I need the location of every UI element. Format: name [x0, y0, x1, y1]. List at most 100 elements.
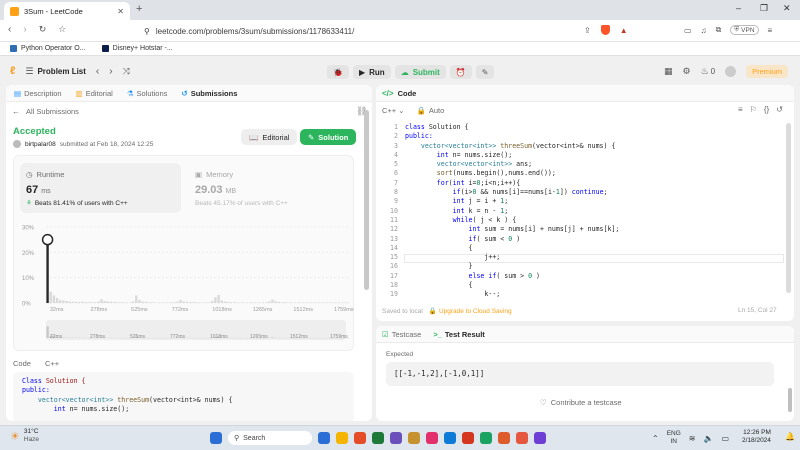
- taskbar-app-icon[interactable]: [480, 432, 492, 444]
- reload-icon[interactable]: ↻: [39, 24, 47, 35]
- minimize-button[interactable]: –: [736, 3, 741, 13]
- premium-button[interactable]: Premium: [746, 65, 789, 78]
- code-token: int: [452, 178, 469, 187]
- debug-button[interactable]: 🐞: [327, 65, 349, 79]
- upgrade-cloud-link[interactable]: 🔒 Upgrade to Cloud Saving: [428, 307, 512, 316]
- runtime-distribution-chart[interactable]: 30% 20% 10% 0% 32ms 278ms 525ms 772ms 1018ms 1265…: [20, 217, 354, 347]
- distribution-bar: [195, 302, 198, 303]
- taskbar-app-icon[interactable]: [336, 432, 348, 444]
- braces-icon[interactable]: {}: [764, 105, 769, 114]
- brave-rewards-icon[interactable]: ▲: [620, 26, 628, 35]
- code-token: else if: [405, 271, 497, 280]
- layout-icon[interactable]: ▦: [664, 66, 673, 77]
- taskbar-app-icon[interactable]: [372, 432, 384, 444]
- start-icon[interactable]: [210, 432, 222, 444]
- editor-code[interactable]: class Solution {public: vector<vector<in…: [405, 123, 619, 300]
- code-token: Class: [22, 377, 46, 385]
- description-icon: ▤: [14, 88, 22, 98]
- timer-button[interactable]: ⏰: [449, 65, 472, 79]
- reset-icon[interactable]: ↺: [776, 105, 783, 114]
- lock-icon: 🔒: [428, 308, 437, 315]
- code-token: ( sum >: [496, 271, 529, 280]
- left-scrollbar[interactable]: [364, 110, 369, 290]
- tab-submissions[interactable]: ↺ Submissions: [181, 89, 237, 98]
- taskbar-app-icon[interactable]: [516, 432, 528, 444]
- search-box[interactable]: ⚲ Search: [228, 431, 312, 445]
- tab-test-result[interactable]: >_ Test Result: [433, 330, 484, 339]
- distribution-bar: [233, 302, 236, 303]
- editor-header: </> Code: [376, 85, 794, 102]
- problem-list-link[interactable]: Problem List: [37, 67, 85, 76]
- distribution-bar: [93, 302, 97, 303]
- settings-gear-icon[interactable]: ⚙: [683, 66, 691, 77]
- notes-button[interactable]: ✎: [475, 65, 495, 79]
- tab-description[interactable]: ▤ Description: [14, 89, 62, 98]
- language-select[interactable]: C++ ⌄: [382, 106, 404, 115]
- avatar[interactable]: [725, 66, 737, 77]
- battery-icon[interactable]: ▭: [721, 434, 729, 443]
- share-icon[interactable]: ⇪: [584, 26, 591, 35]
- sidebar-icon[interactable]: ▭: [684, 26, 692, 35]
- forward-icon[interactable]: ›: [23, 24, 26, 35]
- format-icon[interactable]: ≡: [738, 105, 743, 114]
- back-icon[interactable]: ‹: [8, 24, 11, 35]
- taskbar-app-icon[interactable]: [318, 432, 330, 444]
- tab-testcase[interactable]: ☑ Testcase: [382, 330, 421, 339]
- submit-button[interactable]: ☁ Submit: [394, 65, 446, 79]
- close-tab-icon[interactable]: ✕: [117, 7, 124, 16]
- run-button[interactable]: ▶ Run: [352, 65, 391, 79]
- bookmark-icon[interactable]: ☆: [58, 24, 66, 35]
- tab-solutions[interactable]: ⚗ Solutions: [127, 89, 168, 98]
- tab-editorial[interactable]: ▥ Editorial: [76, 89, 113, 98]
- weather-icon[interactable]: ☀: [10, 430, 20, 443]
- all-submissions-link[interactable]: All Submissions: [26, 107, 79, 116]
- taskbar-app-icon[interactable]: [390, 432, 402, 444]
- auto-toggle[interactable]: 🔒 Auto: [416, 106, 444, 115]
- submitted-time: submitted at Feb 18, 2024 12:25: [59, 140, 154, 148]
- taskbar-app-icon[interactable]: [534, 432, 546, 444]
- bookmark-python[interactable]: Python Operator O...: [10, 45, 86, 52]
- username[interactable]: birtpalar08: [25, 141, 56, 148]
- solution-button[interactable]: ✎ Solution: [300, 129, 357, 145]
- bookmark-code-icon[interactable]: ⚐: [750, 105, 757, 114]
- editor-scrollbar[interactable]: [786, 123, 791, 293]
- code-token: j++;: [405, 253, 501, 262]
- navigator-bar: [46, 326, 49, 338]
- taskbar-app-icon[interactable]: [444, 432, 456, 444]
- language-label: C++: [44, 359, 60, 368]
- taskbar-app-icon[interactable]: [462, 432, 474, 444]
- taskbar-app-icon[interactable]: [408, 432, 420, 444]
- extensions-icon[interactable]: ⧉: [716, 25, 722, 35]
- new-tab-button[interactable]: +: [136, 3, 142, 15]
- volume-icon[interactable]: 🔈: [704, 434, 714, 443]
- close-window-button[interactable]: ✕: [783, 3, 791, 14]
- random-problem-icon[interactable]: ⤨: [123, 66, 130, 77]
- tray-chevron-icon[interactable]: ⌃: [652, 434, 659, 443]
- leetcode-logo-icon[interactable]: ℓ: [10, 65, 15, 77]
- taskbar-app-icon[interactable]: [354, 432, 366, 444]
- editorial-button[interactable]: 📖 Editorial: [241, 129, 298, 145]
- url-field[interactable]: ⚲ leetcode.com/problems/3sum/submissions…: [144, 24, 564, 38]
- contribute-testcase-link[interactable]: ♡ Contribute a testcase: [540, 398, 622, 407]
- test-panel-scrollbar[interactable]: [788, 388, 792, 412]
- wifi-icon[interactable]: ≋: [689, 434, 696, 443]
- site-info-icon[interactable]: ⚲: [144, 27, 150, 36]
- maximize-button[interactable]: ❐: [760, 3, 768, 14]
- bookmark-hotstar[interactable]: Disney+ Hotstar -...: [101, 45, 173, 52]
- next-problem-icon[interactable]: ›: [109, 66, 112, 77]
- notification-bell-icon[interactable]: 🔔: [785, 432, 795, 441]
- prev-problem-icon[interactable]: ‹: [96, 66, 99, 77]
- clock-time[interactable]: 12:26 PM: [743, 429, 771, 437]
- distribution-bar: [182, 301, 185, 303]
- streak-counter[interactable]: ♨ 0: [701, 66, 716, 77]
- taskbar-app-icon[interactable]: [426, 432, 438, 444]
- browser-tab[interactable]: 3Sum - LeetCode ✕: [4, 2, 130, 20]
- vpn-button[interactable]: ⛨ VPN: [730, 25, 759, 35]
- taskbar-app-icon[interactable]: [498, 432, 510, 444]
- language-code[interactable]: ENG: [667, 430, 681, 438]
- back-arrow-icon[interactable]: ←: [12, 107, 20, 116]
- menu-icon[interactable]: ≡: [768, 26, 773, 35]
- memory-label[interactable]: Memory: [206, 170, 233, 179]
- brave-shield-icon[interactable]: [600, 25, 610, 35]
- music-icon[interactable]: ♫: [701, 26, 707, 35]
